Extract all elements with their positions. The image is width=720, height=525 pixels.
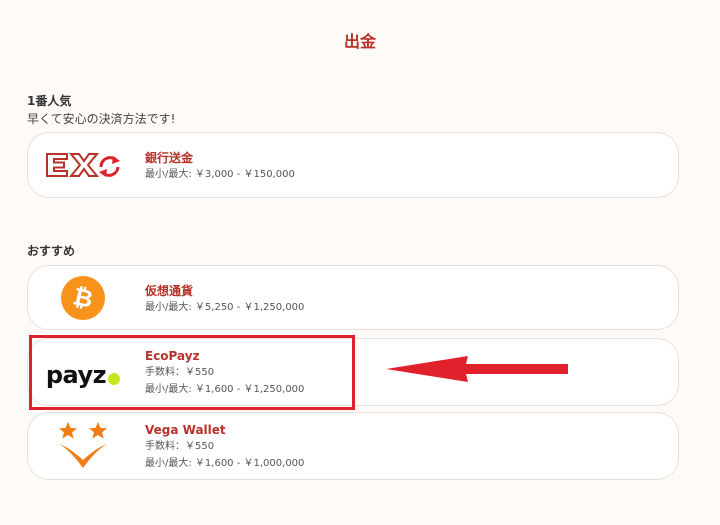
bitcoin-icon: ₿ [28,266,138,329]
payment-method-vega-wallet[interactable]: Vega Wallet 手数料：￥550 最小/最大: ￥1,600 - ￥1,… [27,412,679,480]
vega-wallet-icon [28,413,138,479]
method-limits: 最小/最大: ￥5,250 - ￥1,250,000 [145,302,305,313]
method-limits: 最小/最大: ￥1,600 - ￥1,000,000 [145,458,305,469]
payment-method-bank-transfer[interactable]: 銀行送金 最小/最大: ￥3,000 - ￥150,000 [27,132,679,198]
popular-subheading: 早くて安心の決済方法です! [27,112,176,126]
method-limits: 最小/最大: ￥3,000 - ￥150,000 [145,169,295,180]
red-arrow-icon [386,356,568,382]
payment-method-crypto[interactable]: ₿ 仮想通貨 最小/最大: ￥5,250 - ￥1,250,000 [27,265,679,330]
recommended-heading: おすすめ [27,244,76,258]
method-fee: 手数料：￥550 [145,441,215,452]
page-title: 出金 [343,32,376,51]
ex-bank-transfer-icon [28,133,138,197]
highlight-box [29,335,355,410]
method-name: Vega Wallet [145,423,226,437]
method-name: 仮想通貨 [145,284,194,298]
method-name: 銀行送金 [145,151,194,165]
popular-heading: 1番人気 [27,94,72,108]
